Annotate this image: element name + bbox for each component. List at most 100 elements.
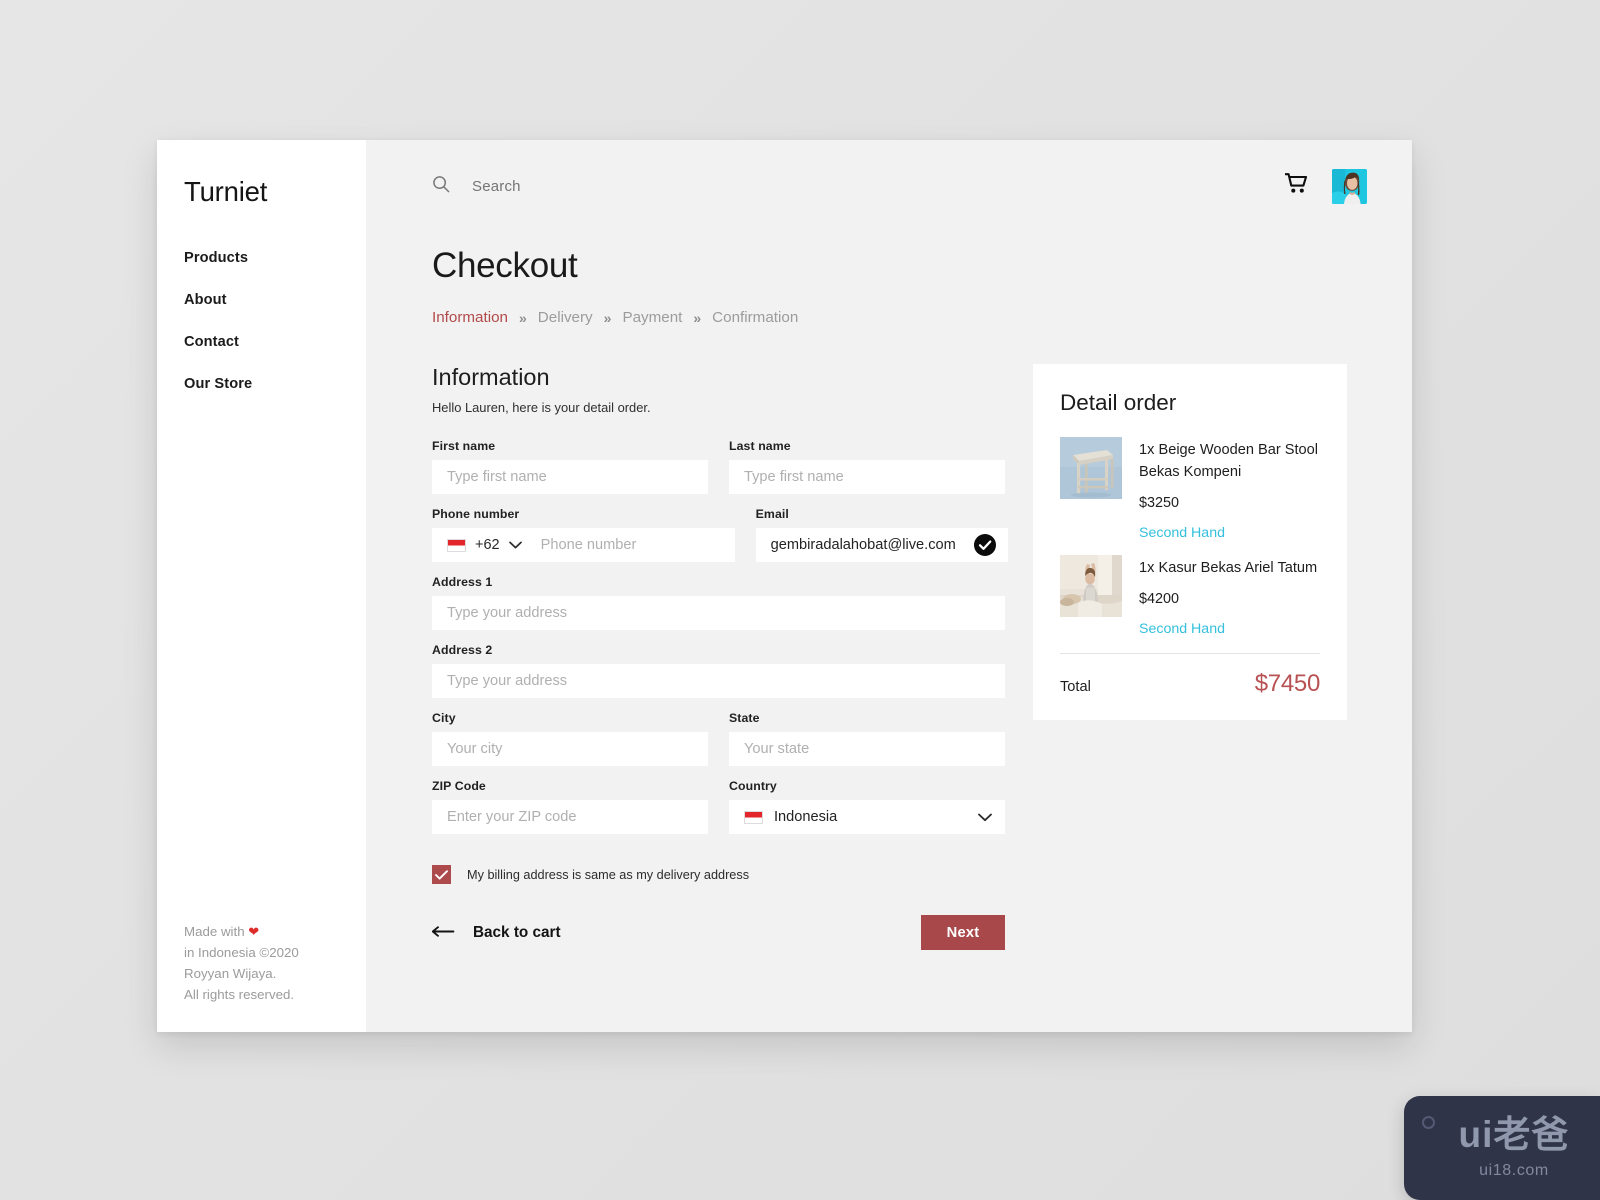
order-item-tag[interactable]: Second Hand [1139,621,1320,637]
billing-address-checkbox-label: My billing address is same as my deliver… [467,867,750,882]
field-country: Country Indonesia [729,779,1005,834]
form-row-city-state: City State [432,711,1005,779]
address-1-input[interactable] [432,596,1005,630]
footer-line-2: in Indonesia ©2020 [184,945,299,960]
order-item: 1x Kasur Bekas Ariel Tatum $4200 Second … [1060,555,1320,637]
shopping-cart-icon [1284,173,1308,199]
watermark-badge: ui老爸 ui18.com [1404,1096,1600,1200]
detail-order-title: Detail order [1060,390,1177,415]
search-input[interactable] [472,177,732,195]
breadcrumb-item-information[interactable]: Information [432,309,508,326]
next-button[interactable]: Next [921,915,1005,950]
phone-number-input[interactable] [534,528,735,562]
city-input[interactable] [432,732,708,766]
state-input[interactable] [729,732,1005,766]
app-window: Turniet Products About Contact Our Store… [157,140,1412,1032]
check-circle-icon [973,534,996,556]
field-address-2: Address 2 [432,643,1005,698]
checkout-form: First name Last name [431,439,1008,950]
cart-button[interactable] [1284,173,1308,199]
label-phone-number: Phone number [432,507,520,521]
sidebar: Turniet Products About Contact Our Store… [157,140,366,1032]
label-city: City [432,711,456,725]
footer-line-4: All rights reserved. [184,987,295,1002]
field-email: Email [755,507,1008,562]
order-item-price: $3250 [1139,495,1180,511]
billing-address-checkbox[interactable] [432,865,451,884]
watermark-title: ui老爸 [1458,1114,1570,1155]
order-item: 1x Beige Wooden Bar Stool Bekas Kompeni … [1060,437,1320,541]
email-input[interactable] [755,528,974,562]
field-phone-number: Phone number +62 [432,507,735,562]
footer-made-with-text: Made with [184,924,249,939]
order-divider [1060,653,1320,654]
breadcrumb-separator: » [693,309,702,326]
last-name-input[interactable] [729,460,1005,494]
search-area[interactable] [432,175,732,198]
label-country: Country [729,779,777,793]
email-input-group [755,528,1008,562]
arrow-left-icon [431,924,455,942]
page-body: Checkout Information » Delivery » Paymen… [366,246,1412,950]
form-row-names: First name Last name [432,439,1005,507]
order-summary-column: Detail order 1x Beige Wooden Bar Stool B… [1033,364,1367,950]
sidebar-item-about[interactable]: About [184,292,366,308]
indonesia-flag-icon [744,810,763,824]
section-subtitle: Hello Lauren, here is your detail order. [432,400,651,415]
back-to-cart-button[interactable]: Back to cart [431,924,561,942]
field-city: City [432,711,708,766]
field-first-name: First name [432,439,708,494]
breadcrumb: Information » Delivery » Payment » Confi… [432,309,1367,326]
order-item-tag[interactable]: Second Hand [1139,525,1320,541]
label-address-2: Address 2 [432,643,493,657]
watermark-url: ui18.com [1479,1162,1549,1179]
order-total-value: $7450 [1254,670,1321,697]
address-2-input[interactable] [432,664,1005,698]
sidebar-item-our-store[interactable]: Our Store [184,376,366,392]
breadcrumb-item-confirmation[interactable]: Confirmation [712,309,798,326]
chevron-down-icon [978,813,992,822]
breadcrumb-item-delivery[interactable]: Delivery [538,309,593,326]
main-content: Checkout Information » Delivery » Paymen… [366,140,1412,1032]
sidebar-nav: Products About Contact Our Store [184,250,366,392]
breadcrumb-item-payment[interactable]: Payment [622,309,682,326]
country-select[interactable]: Indonesia [729,800,1005,834]
breadcrumb-separator: » [603,309,612,326]
detail-order-card: Detail order 1x Beige Wooden Bar Stool B… [1033,364,1347,720]
sidebar-item-contact[interactable]: Contact [184,334,366,350]
section-title-information: Information [432,364,550,390]
footer-line-1: Made with ❤ [184,921,299,942]
heart-icon: ❤ [248,924,260,939]
top-bar [366,140,1412,232]
order-item-name: 1x Kasur Bekas Ariel Tatum [1139,560,1318,576]
content-columns: Information Hello Lauren, here is your d… [431,364,1367,950]
country-code-select[interactable]: +62 [432,528,535,562]
order-item-price: $4200 [1139,591,1180,607]
first-name-input[interactable] [432,460,708,494]
label-email: Email [755,507,789,521]
information-form-column: Information Hello Lauren, here is your d… [431,364,1008,950]
page-title: Checkout [432,246,578,285]
phone-input-group: +62 [432,528,735,562]
chevron-down-icon [508,541,522,549]
country-code-value: +62 [475,537,500,553]
product-thumbnail-bar-stool [1060,437,1122,499]
indonesia-flag-icon [447,538,466,552]
screen: Turniet Products About Contact Our Store… [0,0,1600,1200]
zip-code-input[interactable] [432,800,708,834]
brand-logo[interactable]: Turniet [184,178,366,206]
avatar[interactable] [1332,168,1367,204]
order-item-name: 1x Beige Wooden Bar Stool Bekas Kompeni [1139,442,1319,480]
search-icon [432,175,450,198]
label-zip-code: ZIP Code [432,779,486,793]
field-address-1: Address 1 [432,575,1005,630]
form-row-zip-country: ZIP Code Country Indonesia [432,779,1005,847]
field-last-name: Last name [729,439,1005,494]
country-selected-value: Indonesia [774,809,838,825]
product-thumbnail-bed [1060,555,1122,617]
sidebar-item-products[interactable]: Products [184,250,366,266]
breadcrumb-separator: » [518,309,527,326]
label-first-name: First name [432,439,496,453]
label-address-1: Address 1 [432,575,493,589]
label-last-name: Last name [729,439,791,453]
